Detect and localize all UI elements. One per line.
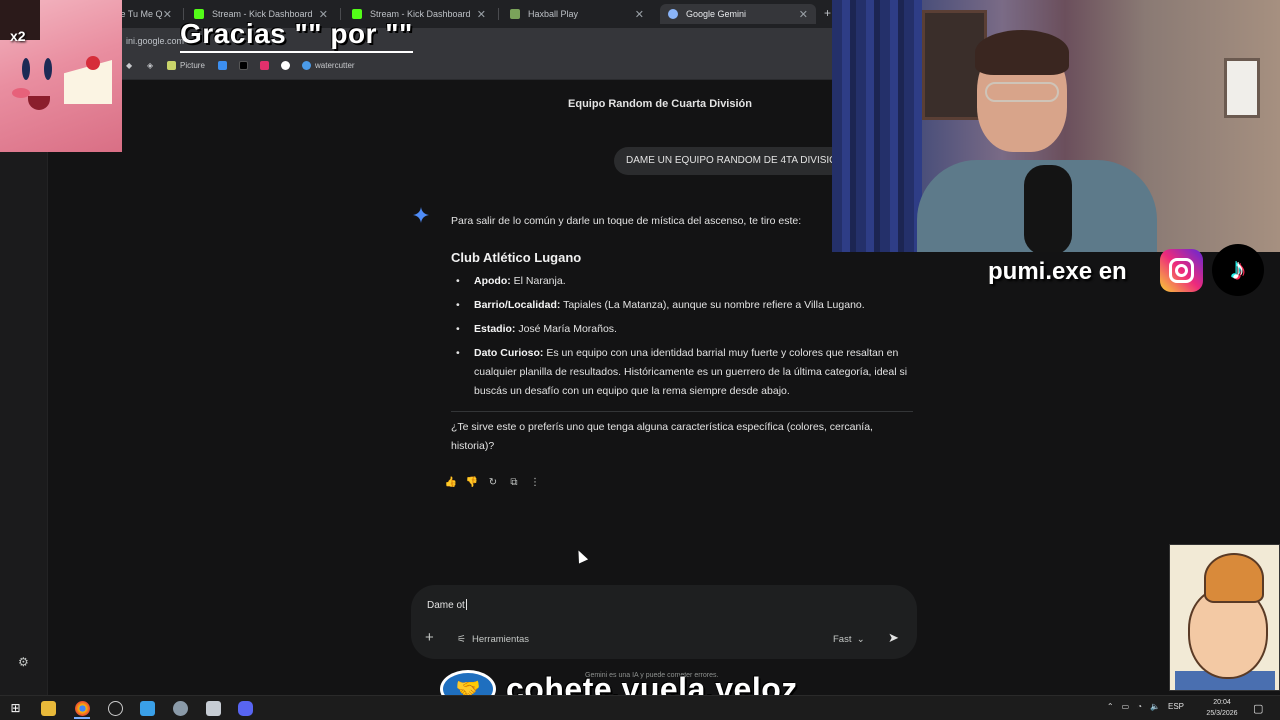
volume-icon[interactable]: 🔈 bbox=[1150, 702, 1160, 711]
tab-title: Haxball Play bbox=[528, 9, 579, 19]
tab-gemini[interactable]: Google Gemini ✕ bbox=[660, 4, 816, 24]
app-icon[interactable] bbox=[173, 701, 188, 716]
new-tab-button[interactable]: + bbox=[824, 6, 831, 20]
tiktok-icon: ♪ bbox=[1212, 244, 1264, 296]
bookmark-picture[interactable]: Picture bbox=[167, 61, 205, 70]
response-divider bbox=[451, 411, 913, 412]
chrome-icon[interactable] bbox=[75, 701, 90, 716]
send-icon[interactable]: ➤ bbox=[888, 630, 899, 646]
windows-taskbar: ⊞ ⌃ ▭ ◔ 🔈 ESP 20:04 25/3/2026 ▢ bbox=[0, 695, 1280, 720]
list-item: Estadio: José María Moraños. bbox=[451, 320, 916, 339]
system-tray: ⌃ ▭ ◔ 🔈 ESP bbox=[1107, 702, 1184, 711]
sliders-icon: ⚟ bbox=[457, 634, 466, 645]
bookmark-watercutter[interactable]: watercutter bbox=[302, 61, 355, 70]
thumbs-up-icon[interactable]: 👍 bbox=[444, 476, 458, 490]
gemini-sidebar bbox=[0, 80, 48, 695]
club-name-heading: Club Atlético Lugano bbox=[451, 250, 582, 265]
app-icon[interactable] bbox=[206, 701, 221, 716]
wifi-icon[interactable]: ◔ bbox=[1137, 702, 1142, 711]
settings-gear-icon[interactable]: ⚙ bbox=[18, 655, 29, 669]
bookmark-diamond-icon[interactable]: ◆ bbox=[126, 61, 132, 70]
clock-app-icon[interactable] bbox=[108, 701, 123, 716]
bookmark-tiktok-icon[interactable] bbox=[239, 61, 252, 70]
bookmark-circle-icon[interactable] bbox=[281, 61, 294, 70]
gemini-icon bbox=[668, 9, 678, 19]
model-selector[interactable]: Fast ⌄ bbox=[833, 634, 865, 645]
prompt-input-box[interactable]: Dame ot + ⚟ Herramientas Fast ⌄ ➤ bbox=[411, 585, 917, 659]
windows-start-icon[interactable]: ⊞ bbox=[8, 701, 23, 716]
response-actions: 👍 👎 ↻ ⧉ ⋮ bbox=[444, 476, 542, 490]
close-icon[interactable]: ✕ bbox=[635, 8, 644, 21]
kirby-overlay-image: x2 bbox=[0, 0, 122, 152]
webcam-overlay bbox=[832, 0, 1280, 252]
tab-title: Google Gemini bbox=[686, 9, 747, 19]
tab-haxball[interactable]: Haxball Play ✕ bbox=[502, 4, 652, 24]
list-item: Apodo: El Naranja. bbox=[451, 272, 916, 291]
bookmark-instagram-icon[interactable] bbox=[260, 61, 273, 70]
club-details-list: Apodo: El Naranja. Barrio/Localidad: Tap… bbox=[451, 272, 916, 406]
taskbar-clock[interactable]: 20:04 25/3/2026 bbox=[1202, 697, 1242, 719]
mouse-cursor-icon bbox=[573, 548, 589, 564]
tintin-overlay-image bbox=[1169, 544, 1280, 691]
chevron-down-icon: ⌄ bbox=[854, 634, 865, 645]
watercutter-icon bbox=[302, 61, 311, 70]
social-handle-text: pumi.exe en bbox=[988, 258, 1127, 285]
notifications-icon[interactable]: ▢ bbox=[1253, 702, 1263, 715]
prompt-input[interactable]: Dame ot bbox=[427, 599, 467, 611]
haxball-icon bbox=[510, 9, 520, 19]
app-icon[interactable] bbox=[140, 701, 155, 716]
network-icon[interactable]: ▭ bbox=[1122, 702, 1130, 711]
picture-icon bbox=[167, 61, 176, 70]
close-icon[interactable]: ✕ bbox=[163, 8, 172, 21]
multiplier-badge: x2 bbox=[10, 28, 26, 44]
copy-icon[interactable]: ⧉ bbox=[507, 476, 521, 490]
close-icon[interactable]: ✕ bbox=[477, 8, 486, 21]
instagram-icon bbox=[1160, 249, 1203, 292]
close-icon[interactable]: ✕ bbox=[799, 8, 808, 21]
user-message-bubble: DAME UN EQUIPO RANDOM DE 4TA DIVISIÓN bbox=[614, 147, 834, 175]
bookmark-diamond-icon[interactable]: ◈ bbox=[147, 61, 153, 70]
url-text: ini.google.com bbox=[126, 36, 185, 46]
list-item: Dato Curioso: Es un equipo con una ident… bbox=[451, 344, 916, 401]
bookmark-windows-icon[interactable] bbox=[218, 61, 231, 70]
language-indicator[interactable]: ESP bbox=[1168, 702, 1184, 711]
thumbs-down-icon[interactable]: 👎 bbox=[465, 476, 479, 490]
list-item: Barrio/Localidad: Tapiales (La Matanza),… bbox=[451, 296, 916, 315]
discord-icon[interactable] bbox=[238, 701, 253, 716]
chat-title: Equipo Random de Cuarta División bbox=[568, 98, 752, 110]
gracias-overlay-text: Gracias "" por "" bbox=[180, 17, 413, 53]
regenerate-icon[interactable]: ↻ bbox=[486, 476, 500, 490]
file-explorer-icon[interactable] bbox=[41, 701, 56, 716]
chevron-up-icon[interactable]: ⌃ bbox=[1107, 702, 1114, 711]
more-options-icon[interactable]: ⋮ bbox=[528, 476, 542, 490]
response-question: ¿Te sirve este o preferís uno que tenga … bbox=[451, 421, 873, 452]
tools-button[interactable]: ⚟ Herramientas bbox=[457, 634, 529, 645]
add-attachment-icon[interactable]: + bbox=[425, 629, 434, 646]
gemini-sparkle-icon bbox=[413, 207, 429, 223]
